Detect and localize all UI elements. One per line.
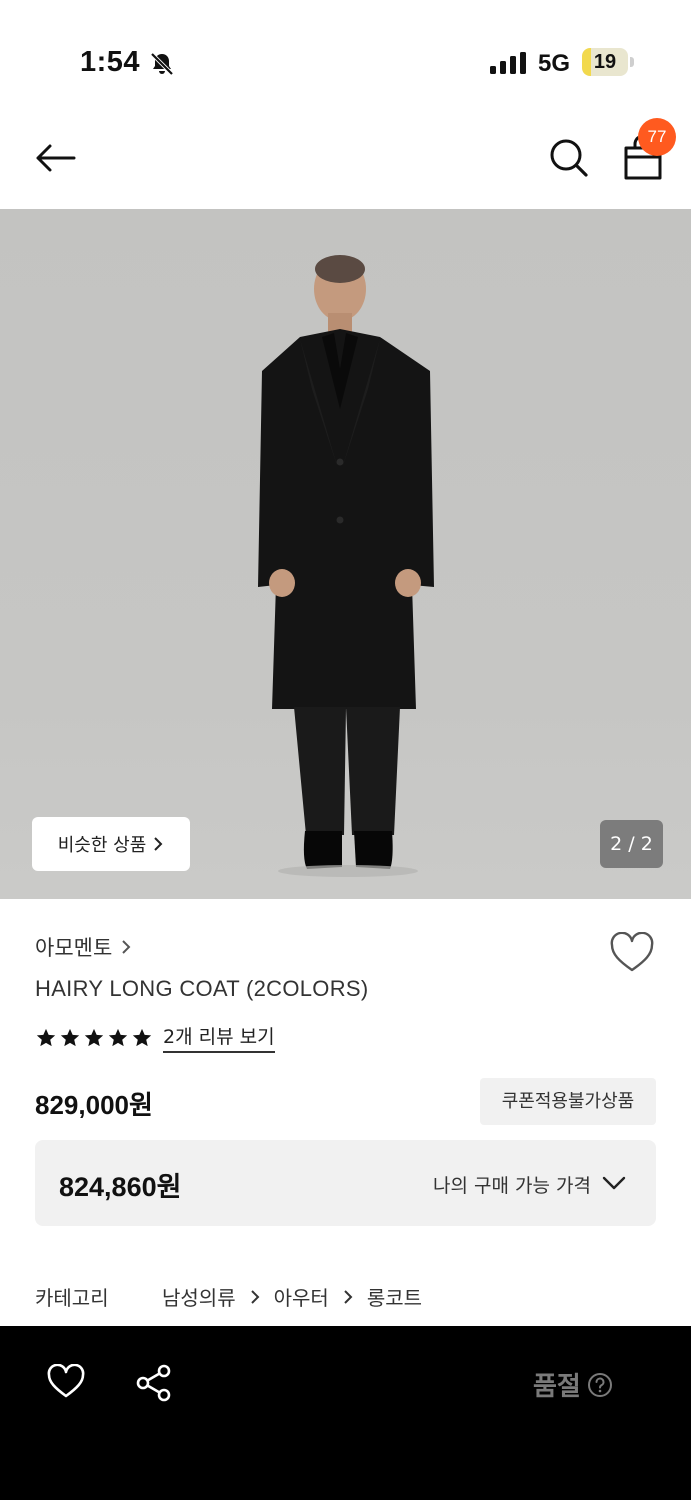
my-price-value: 824,860원 [59, 1172, 182, 1202]
back-button[interactable] [30, 135, 80, 181]
rating-row: 2개 리뷰 보기 [35, 1022, 275, 1053]
cart-count-badge: 77 [638, 118, 676, 156]
star-icon [36, 1028, 56, 1046]
category-crumb-1[interactable]: 남성의류 [162, 1282, 236, 1311]
bell-slash-icon [150, 52, 174, 76]
share-icon[interactable] [134, 1364, 174, 1402]
chevron-down-icon [602, 1176, 626, 1190]
status-bar: 1:54 5G 19 [0, 0, 691, 120]
coupon-badge: 쿠폰적용불가상품 [480, 1078, 656, 1125]
category-breadcrumb: 남성의류 아우터 롱코트 [162, 1282, 422, 1311]
search-icon[interactable] [546, 135, 592, 181]
category-label: 카테고리 [35, 1286, 109, 1310]
battery-level: 19 [593, 51, 617, 73]
back-arrow-icon [36, 144, 76, 172]
status-time: 1:54 [80, 46, 141, 78]
review-link[interactable]: 2개 리뷰 보기 [163, 1022, 275, 1053]
rating-stars [35, 1027, 153, 1049]
soldout-label: 품절 [533, 1372, 581, 1402]
brand-link[interactable]: 아모멘토 [35, 932, 132, 962]
chevron-right-icon [154, 837, 163, 851]
star-icon [108, 1028, 128, 1046]
soldout-status[interactable]: 품절 [533, 1366, 613, 1403]
image-page-indicator: 2 / 2 [600, 820, 663, 868]
bottom-action-bar: 품절 [0, 1326, 691, 1500]
star-icon [60, 1028, 80, 1046]
signal-icon [490, 52, 526, 74]
battery-icon: 19 [582, 48, 634, 76]
heart-icon[interactable] [46, 1364, 86, 1400]
help-circle-icon [587, 1372, 612, 1397]
category-crumb-3[interactable]: 롱코트 [367, 1282, 422, 1311]
model-photo [258, 255, 434, 877]
similar-products-label: 비슷한 상품 [57, 835, 147, 856]
category-row: 카테고리 남성의류 아우터 롱코트 [35, 1282, 422, 1311]
brand-name: 아모멘토 [35, 936, 113, 960]
product-price: 829,000원 [35, 1090, 153, 1120]
network-type: 5G [538, 50, 571, 77]
product-title: HAIRY LONG COAT (2COLORS) [35, 976, 369, 1001]
star-icon [132, 1028, 152, 1046]
chevron-right-icon [250, 1289, 260, 1304]
product-image[interactable]: 비슷한 상품 2 / 2 [0, 209, 691, 899]
chevron-right-icon [344, 1289, 353, 1304]
my-price-panel[interactable]: 824,860원 나의 구매 가능 가격 [35, 1140, 656, 1226]
my-price-label: 나의 구매 가능 가격 [433, 1175, 591, 1197]
wishlist-heart-icon[interactable] [609, 932, 655, 974]
similar-products-button[interactable]: 비슷한 상품 [32, 817, 190, 871]
chevron-right-icon [122, 940, 131, 954]
category-crumb-2[interactable]: 아우터 [274, 1282, 329, 1311]
star-icon [84, 1028, 104, 1046]
